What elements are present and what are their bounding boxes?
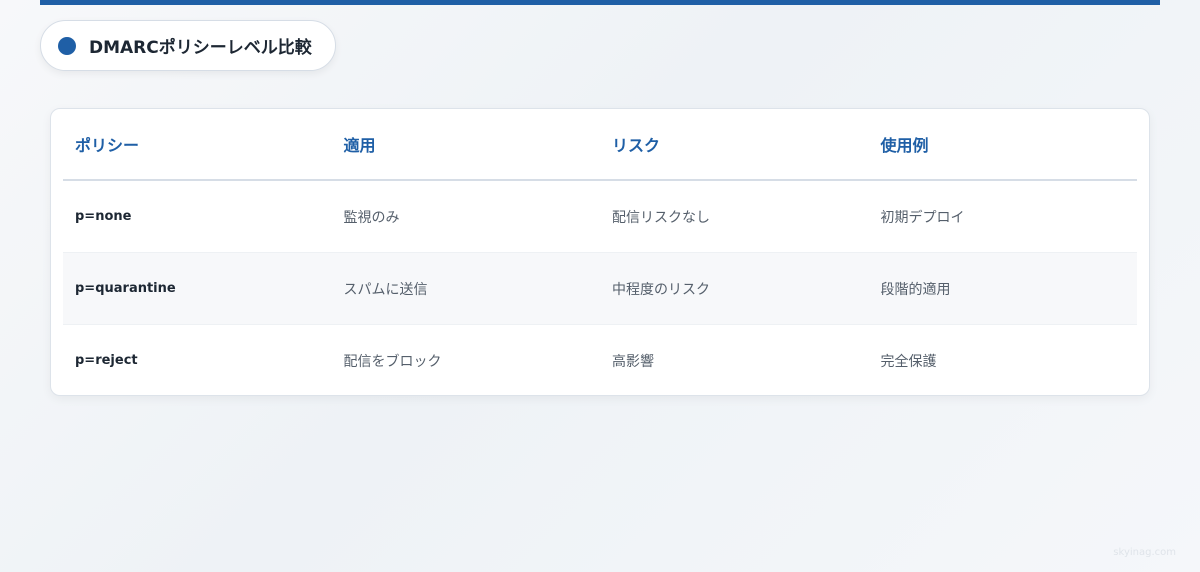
table-row: p=reject 配信をブロック 高影響 完全保護 xyxy=(63,325,1137,397)
page-title: DMARCポリシーレベル比較 xyxy=(89,38,312,58)
use-case-cell: 段階的適用 xyxy=(868,252,1137,325)
policy-cell: p=quarantine xyxy=(63,252,332,325)
application-cell: 配信をブロック xyxy=(343,353,442,370)
policy-cell: p=none xyxy=(63,180,332,253)
watermark: skyinag.com xyxy=(1113,547,1176,558)
title-pill: DMARCポリシーレベル比較 xyxy=(40,20,336,71)
table-row: p=quarantine スパムに送信 中程度のリスク 段階的適用 xyxy=(63,252,1137,325)
application-cell: 監視のみ xyxy=(331,180,600,253)
use-case-cell: 完全保護 xyxy=(880,353,937,370)
application-cell: スパムに送信 xyxy=(331,252,600,325)
policy-comparison-table: ポリシー 適用 リスク 使用例 p=none 監視のみ 配信リスクなし 初期デプ… xyxy=(63,109,1137,396)
column-header-risk: リスク xyxy=(600,109,869,181)
top-accent-bar xyxy=(40,0,1160,5)
table-row: p=none 監視のみ 配信リスクなし 初期デプロイ xyxy=(63,180,1137,253)
risk-cell: 配信リスクなし xyxy=(600,180,869,253)
policy-comparison-card: ポリシー 適用 リスク 使用例 p=none 監視のみ 配信リスクなし 初期デプ… xyxy=(50,108,1150,396)
column-header-policy: ポリシー xyxy=(63,109,332,181)
policy-cell: p=reject xyxy=(75,353,138,368)
title-bullet-icon xyxy=(58,36,76,55)
use-case-cell: 初期デプロイ xyxy=(868,180,1137,253)
risk-cell: 高影響 xyxy=(612,353,654,370)
table-header-row: ポリシー 適用 リスク 使用例 xyxy=(63,109,1137,181)
column-header-use-case: 使用例 xyxy=(868,109,1137,181)
risk-cell: 中程度のリスク xyxy=(600,252,869,325)
column-header-application: 適用 xyxy=(331,109,600,181)
